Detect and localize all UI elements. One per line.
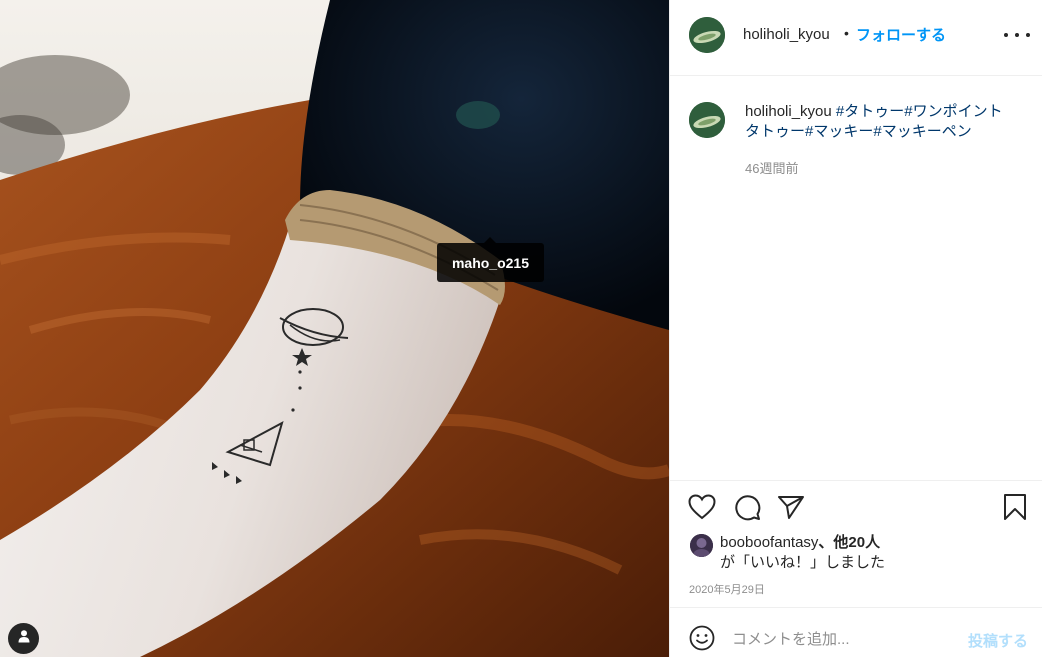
hashtag-link[interactable]: #マッキーペン [873,123,971,140]
header-separator: • [844,25,849,41]
post-dialog: maho_o215 holiholi_kyou • フォローする holihol… [0,0,1042,657]
liker-avatar[interactable] [690,534,713,557]
comment-icon [733,493,761,526]
comment-input[interactable] [732,626,952,652]
tattoo-photo [0,0,669,657]
likes-others-link[interactable]: 、他20人 [818,534,880,551]
more-options-button[interactable] [1004,25,1030,45]
follow-button[interactable]: フォローする [856,24,946,45]
hashtag-link[interactable]: #タトゥー [836,103,904,120]
user-tag-label: maho_o215 [451,254,530,271]
post-date[interactable]: 2020年5月29日 [689,581,765,597]
send-icon [777,494,805,525]
comment-bar: 投稿する [670,607,1042,657]
share-button[interactable] [776,494,806,524]
author-username-link[interactable]: holiholi_kyou [743,26,830,43]
caption-section: holiholi_kyou #タトゥー#ワンポイントタトゥー#マッキー#マッキー… [670,77,1042,481]
emoji-button[interactable] [687,625,717,655]
more-horizontal-icon [1004,33,1008,37]
caption-author-avatar[interactable] [689,102,725,138]
heart-icon [688,493,716,525]
post-details-panel: holiholi_kyou • フォローする holiholi_kyou #タト… [669,0,1042,657]
author-avatar[interactable] [689,17,725,53]
person-icon [17,629,31,648]
caption-text: holiholi_kyou #タトゥー#ワンポイントタトゥー#マッキー#マッキー… [745,102,1015,142]
post-photo[interactable]: maho_o215 [0,0,669,657]
caption-username-link[interactable]: holiholi_kyou [745,103,832,120]
tagged-users-button[interactable] [8,623,39,654]
likes-summary: booboofantasy、他20人 が「いいね！」しました [690,533,1030,573]
likes-suffix: が「いいね！」しました [720,554,886,571]
like-button[interactable] [687,493,717,525]
bookmark-icon [1003,493,1027,526]
hashtag-link[interactable]: #マッキー [805,123,873,140]
action-bar [670,482,1042,530]
more-dot [1026,33,1030,37]
caption-timestamp[interactable]: 46週間前 [745,158,798,177]
likes-text: booboofantasy、他20人 が「いいね！」しました [720,533,885,573]
post-header: holiholi_kyou • フォローする [670,0,1042,76]
more-dot [1015,33,1019,37]
post-comment-button[interactable]: 投稿する [968,630,1028,651]
smiley-icon [689,625,715,656]
liker-username-link[interactable]: booboofantasy [720,534,818,551]
comment-button[interactable] [732,494,762,524]
save-button[interactable] [1000,493,1030,526]
user-tag-tooltip[interactable]: maho_o215 [437,237,544,282]
